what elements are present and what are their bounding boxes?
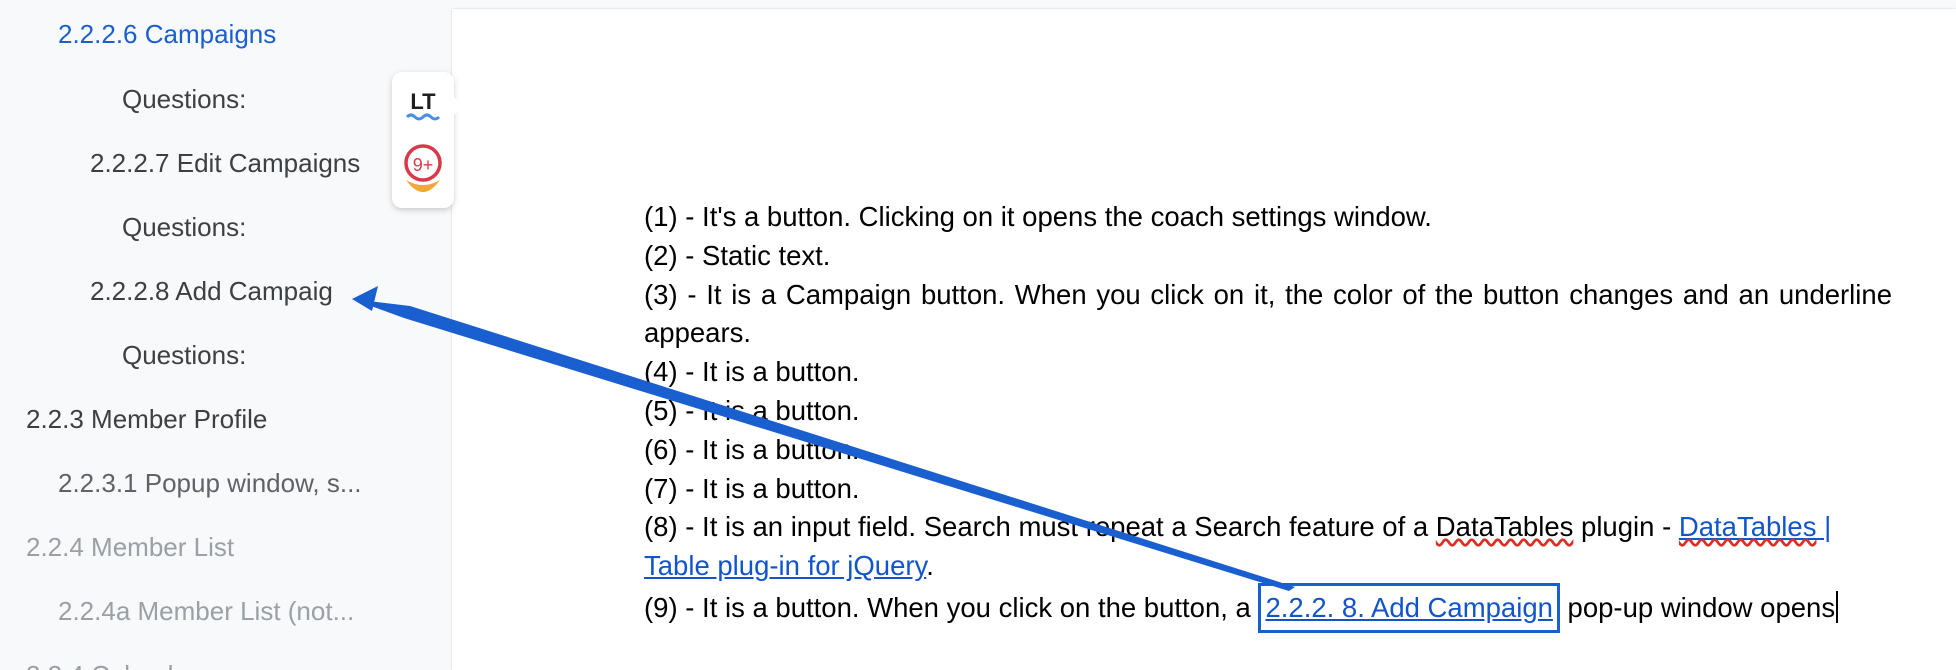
- add-campaign-link[interactable]: 2.2.2. 8. Add Campaign: [1265, 592, 1552, 623]
- doc-text: pop-up window opens: [1559, 591, 1836, 623]
- doc-line: (4) - It is a button.: [644, 356, 860, 388]
- highlight-box: 2.2.2. 8. Add Campaign: [1258, 582, 1560, 633]
- doc-line: (5) - It is a button.: [644, 394, 860, 426]
- spellcheck-word[interactable]: DataTables: [1679, 511, 1817, 542]
- outline-item-questions[interactable]: Questions:: [122, 82, 246, 116]
- doc-text: (8) - It is an input field. Search must …: [644, 511, 1436, 543]
- spellcheck-word[interactable]: DataTables: [1436, 511, 1574, 542]
- outline-item-questions[interactable]: Questions:: [122, 338, 246, 372]
- languagetool-label: LT: [410, 89, 436, 114]
- doc-line: (2) - Static text.: [644, 239, 831, 271]
- doc-paragraph-8: (8) - It is an input field. Search must …: [644, 508, 1892, 586]
- document-outline: 2.2.2.6 Campaigns Questions: 2.2.2.7 Edi…: [0, 0, 450, 670]
- document-body[interactable]: (1) - It's a button. Clicking on it open…: [644, 198, 1892, 633]
- doc-line: (7) - It is a button.: [644, 472, 860, 504]
- outline-item-add-campaign[interactable]: 2.2.2.8 Add Campaig: [90, 274, 333, 308]
- text-cursor: [1836, 590, 1839, 623]
- doc-line: (3) - It is a Campaign button. When you …: [644, 278, 1892, 349]
- outline-item-member-profile[interactable]: 2.2.3 Member Profile: [26, 402, 267, 436]
- addon-panel: LT 9+: [392, 72, 463, 208]
- outline-item-calendar[interactable]: 2.2.4 Calendar: [26, 658, 197, 670]
- grammar-check-badge-icon[interactable]: 9+: [402, 140, 444, 200]
- outline-item-member-list[interactable]: 2.2.4 Member List: [26, 530, 234, 564]
- doc-text: (9) - It is a button. When you click on …: [644, 591, 1259, 623]
- outline-item-member-list-not[interactable]: 2.2.4a Member List (not...: [58, 594, 378, 628]
- doc-text: plugin -: [1573, 511, 1679, 543]
- outline-item-popup-window[interactable]: 2.2.3.1 Popup window, s...: [58, 466, 378, 500]
- languagetool-icon[interactable]: LT: [404, 86, 442, 126]
- doc-line: (1) - It's a button. Clicking on it open…: [644, 201, 1432, 232]
- doc-text: .: [926, 550, 934, 582]
- outline-item-edit-campaigns[interactable]: 2.2.2.7 Edit Campaigns: [90, 146, 360, 180]
- outline-item-campaigns[interactable]: 2.2.2.6 Campaigns: [58, 17, 276, 51]
- doc-line: (6) - It is a button.: [644, 433, 860, 465]
- grammar-badge-count: 9+: [413, 155, 434, 175]
- doc-paragraph-9: (9) - It is a button. When you click on …: [644, 582, 1892, 633]
- outline-item-questions[interactable]: Questions:: [122, 210, 246, 244]
